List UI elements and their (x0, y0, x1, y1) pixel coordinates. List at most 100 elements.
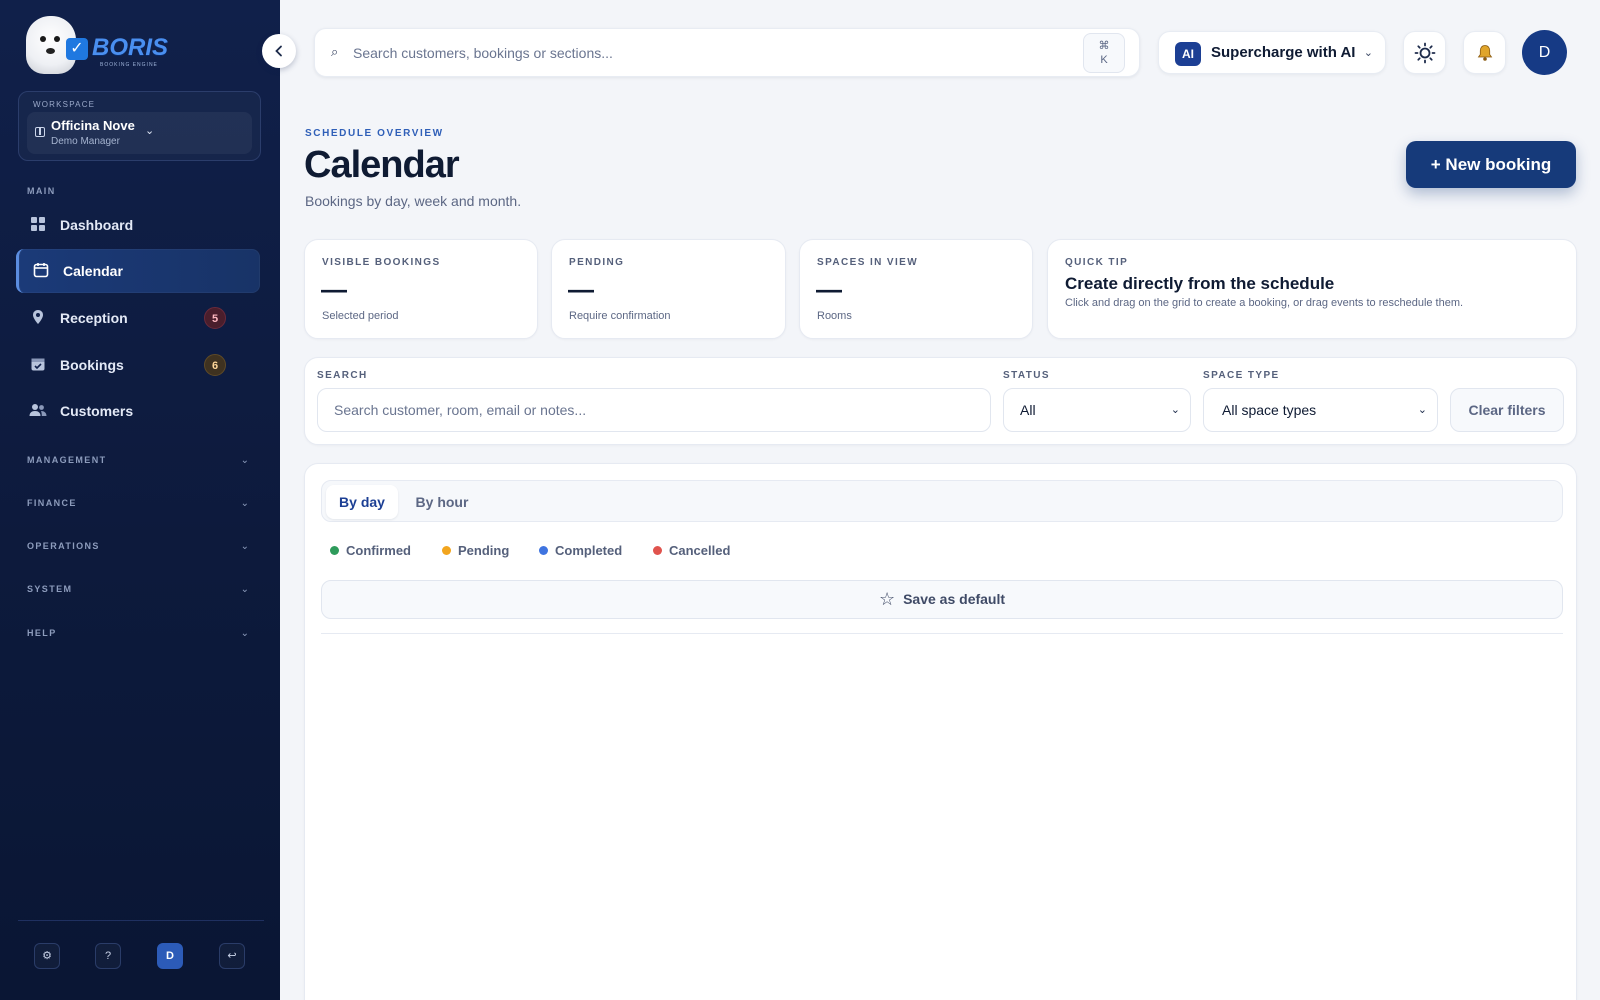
page-kicker: SCHEDULE OVERVIEW (305, 128, 444, 139)
group-label: OPERATIONS (27, 541, 100, 551)
stat-label: VISIBLE BOOKINGS (322, 257, 441, 268)
logout-button[interactable]: ↩ (219, 943, 245, 969)
notifications-button[interactable] (1463, 31, 1506, 74)
command-key: ⌘ (1098, 40, 1110, 52)
logout-icon: ↩ (227, 950, 237, 962)
shortcut-hint: ⌘ K (1083, 33, 1125, 73)
location-pin-icon (29, 309, 47, 327)
space-type-value: All space types (1222, 402, 1317, 418)
ai-badge: AI (1175, 42, 1201, 66)
space-type-select[interactable]: All space types ⌄ (1203, 388, 1438, 432)
users-icon (29, 402, 47, 420)
status-dot (442, 546, 451, 555)
page-title: Calendar (304, 144, 460, 186)
workspace-switcher[interactable]: WORKSPACE Officina Nove Demo Manager ⌄ (18, 91, 261, 161)
filters-panel: SEARCH Search customer, room, email or n… (304, 357, 1577, 445)
status-dot (330, 546, 339, 555)
stat-caption: Rooms (817, 310, 852, 322)
group-label: HELP (27, 628, 57, 638)
status-select[interactable]: All ⌄ (1003, 388, 1191, 432)
legend-completed: Completed (539, 543, 622, 558)
view-tabs: By day By hour (321, 480, 1563, 522)
booking-search-input[interactable]: Search customer, room, email or notes... (317, 388, 991, 432)
count-badge: 5 (204, 307, 226, 329)
sidebar-group-system[interactable]: SYSTEM ⌄ (27, 580, 249, 600)
chevron-down-icon: ⌄ (145, 125, 155, 137)
sidebar-item-dashboard[interactable]: Dashboard (16, 203, 260, 247)
group-label: MANAGEMENT (27, 455, 107, 465)
status-dot (653, 546, 662, 555)
sidebar: ✓ BORIS BOOKING ENGINE WORKSPACE Officin… (0, 0, 280, 1000)
legend-label: Confirmed (346, 543, 411, 558)
global-search[interactable]: ⌕ Search customers, bookings or sections… (314, 28, 1140, 77)
workspace-label: WORKSPACE (33, 100, 96, 109)
sun-icon (1414, 42, 1435, 64)
calendar-check-icon (29, 356, 47, 374)
ai-assistant-button[interactable]: AI Supercharge with AI ⌄ (1158, 31, 1386, 74)
legend-confirmed: Confirmed (330, 543, 411, 558)
tip-title: Create directly from the schedule (1065, 274, 1335, 293)
star-icon: ☆ (878, 589, 896, 609)
sidebar-item-label: Customers (60, 403, 134, 419)
page-subtitle: Bookings by day, week and month. (305, 193, 522, 209)
chevron-down-icon: ⌄ (1417, 404, 1427, 416)
brand-subtitle: BOOKING ENGINE (100, 62, 158, 68)
legend-label: Cancelled (669, 543, 731, 558)
grid-icon (29, 216, 47, 234)
sidebar-footer: ⚙ ? D ↩ (18, 920, 264, 1000)
sidebar-group-operations[interactable]: OPERATIONS ⌄ (27, 537, 249, 557)
sidebar-group-finance[interactable]: FINANCE ⌄ (27, 494, 249, 514)
sidebar-group-management[interactable]: MANAGEMENT ⌄ (27, 451, 249, 471)
help-button[interactable]: ? (95, 943, 121, 969)
stat-card-spaces-in-view: SPACES IN VIEW — Rooms (799, 239, 1033, 339)
status-label: STATUS (1003, 370, 1050, 381)
shortcut-key: K (1100, 54, 1108, 66)
save-as-default-button[interactable]: ☆ Save as default (321, 580, 1563, 619)
avatar[interactable]: D (157, 943, 183, 969)
workspace-role: Demo Manager (51, 136, 120, 147)
settings-button[interactable]: ⚙ (34, 943, 60, 969)
group-label: SYSTEM (27, 584, 73, 594)
legend-cancelled: Cancelled (653, 543, 730, 558)
chevron-down-icon: ⌄ (240, 455, 249, 466)
sidebar-item-customers[interactable]: Customers (16, 389, 260, 433)
user-avatar[interactable]: D (1522, 30, 1567, 75)
chevron-down-icon: ⌄ (1170, 404, 1180, 416)
chevron-down-icon: ⌄ (240, 584, 249, 595)
stat-caption: Require confirmation (569, 310, 671, 322)
new-booking-button[interactable]: + New booking (1406, 141, 1576, 188)
sidebar-item-label: Reception (60, 310, 128, 326)
collapse-sidebar-button[interactable] (262, 34, 296, 68)
theme-toggle-button[interactable] (1403, 31, 1446, 74)
sidebar-item-reception[interactable]: Reception 5 (16, 296, 260, 340)
tip-body: Click and drag on the grid to create a b… (1065, 297, 1464, 309)
space-type-label: SPACE TYPE (1203, 370, 1280, 381)
count-badge: 6 (204, 354, 226, 376)
sidebar-item-label: Bookings (60, 357, 124, 373)
search-label: SEARCH (317, 370, 368, 381)
sidebar-item-calendar[interactable]: Calendar (16, 249, 260, 293)
gear-icon: ⚙ (42, 950, 52, 962)
brand-logo[interactable]: ✓ BORIS BOOKING ENGINE (26, 14, 168, 76)
chevron-down-icon: ⌄ (240, 628, 249, 639)
bell-icon (1477, 45, 1492, 61)
sidebar-item-bookings[interactable]: Bookings 6 (16, 343, 260, 387)
global-search-input[interactable]: Search customers, bookings or sections..… (353, 45, 613, 61)
sidebar-group-help[interactable]: HELP ⌄ (27, 624, 249, 644)
tip-label: QUICK TIP (1065, 257, 1129, 268)
quick-tip-card: QUICK TIP Create directly from the sched… (1047, 239, 1577, 339)
workspace-selector[interactable]: Officina Nove Demo Manager ⌄ (27, 112, 252, 154)
tab-by-hour[interactable]: By hour (402, 485, 482, 519)
legend-label: Completed (555, 543, 623, 558)
status-dot (539, 546, 548, 555)
save-as-default-label: Save as default (903, 591, 1006, 607)
tab-by-day[interactable]: By day (326, 485, 398, 519)
clear-filters-button[interactable]: Clear filters (1450, 388, 1564, 432)
chevron-down-icon: ⌄ (240, 541, 249, 552)
stat-card-visible-bookings: VISIBLE BOOKINGS — Selected period (304, 239, 538, 339)
sidebar-item-label: Dashboard (60, 217, 134, 233)
sidebar-item-label: Calendar (63, 263, 123, 279)
section-label-main: MAIN (27, 186, 56, 196)
workspace-name: Officina Nove (51, 118, 135, 133)
legend-pending: Pending (442, 543, 509, 558)
